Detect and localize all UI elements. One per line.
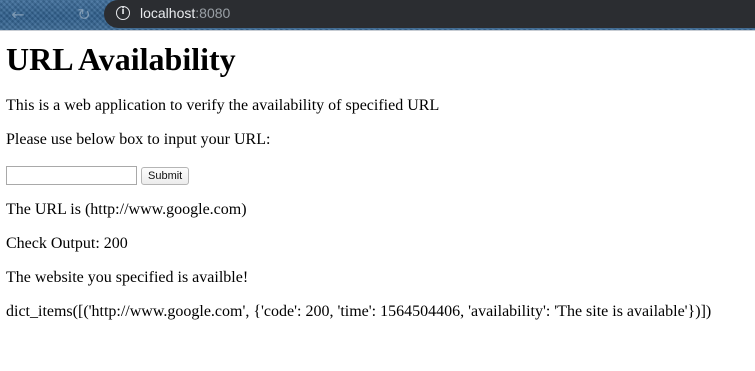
submit-button[interactable]: Submit — [141, 167, 190, 185]
url-host: localhost — [140, 5, 196, 21]
status-message: The website you specified is availble! — [6, 269, 249, 286]
browser-toolbar: ← ↻ i localhost:8080 — [0, 0, 755, 31]
page-content: URL Availability This is a web applicati… — [0, 31, 755, 371]
url-input[interactable] — [6, 166, 137, 185]
input-prompt: Please use below box to input your URL: — [6, 131, 271, 148]
reload-icon[interactable]: ↻ — [74, 5, 94, 25]
back-arrow-icon[interactable]: ← — [8, 5, 28, 25]
intro-text: This is a web application to verify the … — [6, 97, 440, 114]
url-result: The URL is (http://www.google.com) — [6, 201, 247, 218]
info-icon[interactable]: i — [116, 6, 130, 20]
check-output: Check Output: 200 — [6, 235, 128, 252]
address-bar[interactable]: i localhost:8080 — [104, 0, 755, 28]
dict-output: dict_items([('http://www.google.com', {'… — [6, 303, 712, 320]
page-title: URL Availability — [6, 41, 236, 77]
url-port: :8080 — [195, 5, 231, 21]
address-bar-url[interactable]: localhost:8080 — [140, 5, 230, 22]
